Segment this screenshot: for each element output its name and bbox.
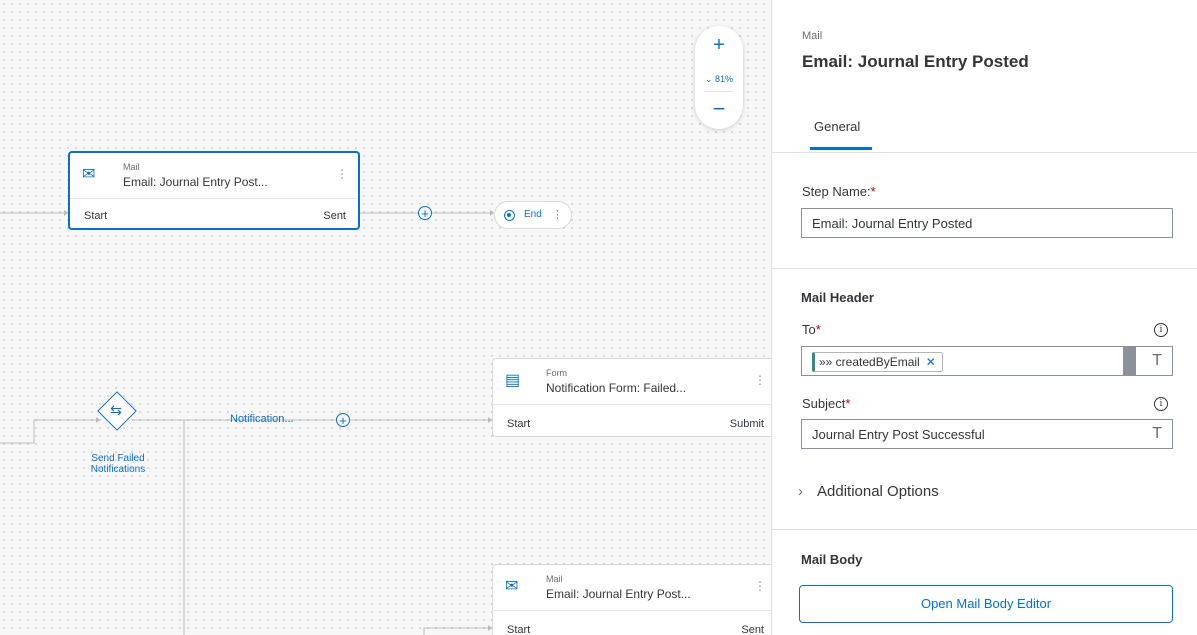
step-name-label: Step Name:* [802, 184, 876, 199]
recipient-token[interactable]: »» createdByEmail ✕ [812, 352, 943, 372]
node-title: Email: Journal Entry Post... [546, 587, 691, 601]
submit-port: Submit [729, 418, 764, 430]
info-icon[interactable]: i [1154, 323, 1168, 337]
required-marker: * [815, 322, 821, 337]
more-options-icon[interactable]: ⋮ [552, 208, 563, 221]
active-tab-indicator [810, 147, 872, 150]
end-label: End [524, 209, 542, 220]
step-name-field[interactable]: Email: Journal Entry Posted [801, 208, 1173, 238]
node-title: Notification Form: Failed... [546, 381, 687, 395]
mail-body-heading: Mail Body [801, 552, 863, 567]
required-marker: * [870, 184, 876, 199]
tab-general[interactable]: General [814, 119, 860, 134]
step-name-value: Email: Journal Entry Posted [812, 216, 973, 231]
more-options-icon[interactable]: ⋮ [754, 579, 766, 593]
node-title: Email: Journal Entry Post... [123, 175, 268, 189]
zoom-in-button[interactable]: + [695, 34, 743, 57]
mail-step-node[interactable]: ✉ Mail Email: Journal Entry Post... ⋮ St… [492, 564, 771, 635]
zoom-control: + ⌄ 81% − [695, 26, 743, 129]
subject-field[interactable]: Journal Entry Post Successful T [801, 419, 1173, 449]
route-label[interactable]: Notification... [230, 413, 294, 425]
zoom-level[interactable]: ⌄ 81% [695, 74, 743, 85]
additional-options-label: Additional Options [817, 483, 939, 500]
sent-port: Sent [323, 210, 346, 222]
envelope-icon: ✉ [82, 166, 96, 183]
mail-header-heading: Mail Header [801, 290, 874, 305]
panel-kind: Mail [802, 30, 823, 42]
divider [772, 268, 1197, 269]
node-kind: Form [546, 368, 567, 378]
branch-icon: ⇆ [110, 402, 122, 418]
sent-port: Sent [741, 624, 764, 635]
add-step-plus-icon[interactable]: + [418, 206, 432, 220]
text-type-button[interactable]: T [1152, 352, 1162, 370]
end-event-icon [504, 210, 515, 221]
to-label: To* [802, 322, 821, 337]
chevron-right-icon: › [798, 483, 803, 500]
gateway-label: Send Failed Notifications [90, 453, 146, 475]
text-type-button[interactable]: T [1152, 425, 1162, 443]
add-step-plus-icon[interactable]: + [336, 413, 350, 427]
properties-panel: Mail Email: Journal Entry Posted General… [771, 0, 1197, 635]
start-port: Start [84, 210, 108, 222]
start-port: Start [507, 418, 531, 430]
open-mail-body-editor-button[interactable]: Open Mail Body Editor [799, 585, 1173, 623]
form-step-node[interactable]: ▤ Form Notification Form: Failed... ⋮ St… [492, 358, 771, 437]
zoom-out-button[interactable]: − [695, 96, 743, 122]
process-canvas[interactable]: ✉ Mail Email: Journal Entry Post... ⋮ St… [0, 0, 771, 635]
panel-title: Email: Journal Entry Posted [802, 52, 1029, 71]
divider [772, 152, 1197, 153]
connection-lines [0, 210, 494, 635]
more-options-icon[interactable]: ⋮ [336, 167, 348, 181]
divider [705, 91, 733, 92]
end-node[interactable]: End ⋮ [494, 201, 572, 229]
form-icon: ▤ [505, 372, 521, 389]
subject-label: Subject* [802, 396, 851, 411]
envelope-icon: ✉ [505, 578, 519, 595]
start-port: Start [507, 624, 531, 635]
required-marker: * [845, 396, 851, 411]
divider [772, 529, 1197, 530]
to-field[interactable]: »» createdByEmail ✕ T [801, 346, 1173, 376]
additional-options-toggle[interactable]: › Additional Options [798, 483, 939, 500]
subject-value: Journal Entry Post Successful [812, 427, 985, 442]
mail-step-node[interactable]: ✉ Mail Email: Journal Entry Post... ⋮ St… [68, 151, 360, 230]
node-kind: Mail [546, 574, 563, 584]
info-icon[interactable]: i [1154, 397, 1168, 411]
node-kind: Mail [123, 162, 140, 172]
remove-token-icon[interactable]: ✕ [926, 355, 936, 369]
field-separator [1123, 347, 1136, 375]
more-options-icon[interactable]: ⋮ [754, 373, 766, 387]
